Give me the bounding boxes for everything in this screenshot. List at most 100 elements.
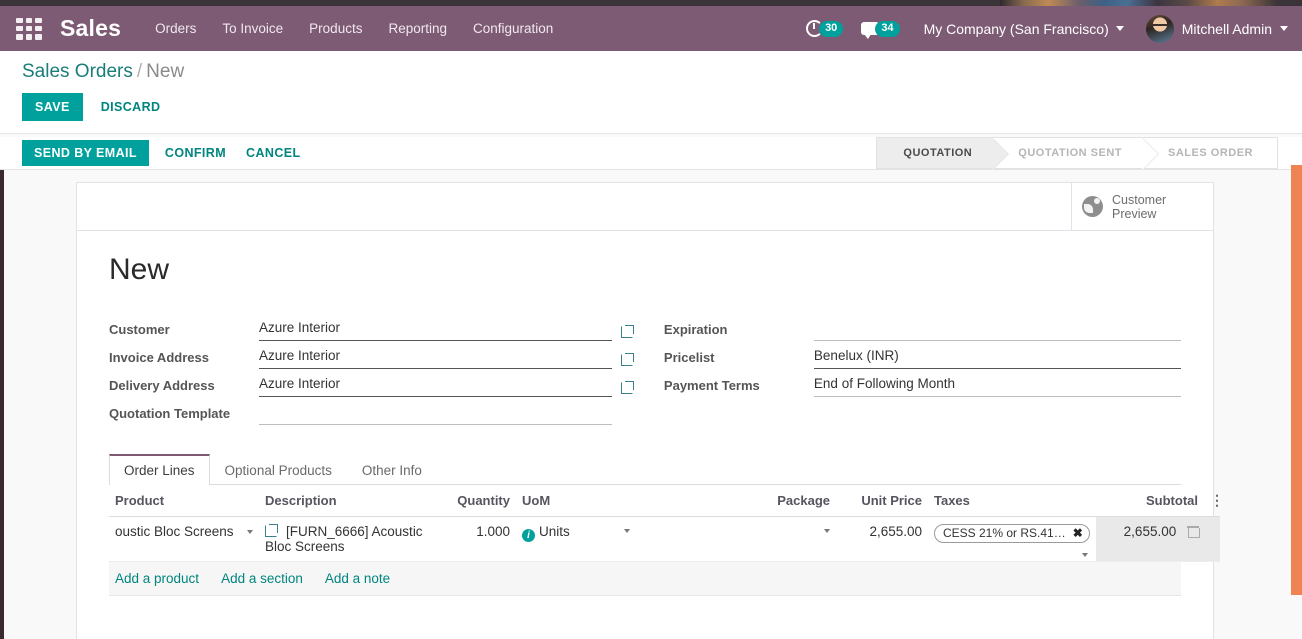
- messaging-menu[interactable]: 34: [861, 20, 900, 39]
- input-customer[interactable]: Azure Interior: [259, 320, 612, 341]
- input-payment-terms[interactable]: End of Following Month: [813, 376, 1181, 397]
- vertical-scrollbar[interactable]: [1291, 165, 1302, 595]
- cell-taxes[interactable]: CESS 21% or RS.41… ✖: [928, 516, 1096, 562]
- column-gap: [634, 313, 656, 425]
- apps-grid-icon[interactable]: [12, 16, 46, 42]
- company-switcher[interactable]: My Company (San Francisco): [924, 21, 1124, 37]
- status-stage-sales-order[interactable]: SALES ORDER: [1142, 137, 1278, 169]
- menu-item-reporting[interactable]: Reporting: [388, 21, 447, 36]
- open-invoice-address-icon[interactable]: [620, 353, 634, 366]
- cell-package[interactable]: [636, 516, 836, 562]
- navbar-systray: 30 34 My Company (San Francisco) Mitchel…: [788, 14, 1302, 43]
- trash-icon[interactable]: [1187, 526, 1200, 538]
- product-input[interactable]: [115, 524, 242, 539]
- open-delivery-address-icon[interactable]: [620, 381, 634, 394]
- edit-action-buttons: SAVE DISCARD: [0, 87, 1302, 133]
- status-pipeline: QUOTATION QUOTATION SENT SALES ORDER: [876, 137, 1302, 170]
- label-delivery-address: Delivery Address: [109, 378, 215, 393]
- breadcrumb-sales-orders[interactable]: Sales Orders: [22, 61, 133, 82]
- remove-tax-icon[interactable]: ✖: [1073, 526, 1083, 540]
- customer-preview-line2: Preview: [1112, 206, 1157, 221]
- cell-product[interactable]: [109, 516, 259, 562]
- uom-text: Units: [539, 524, 570, 539]
- send-by-email-button[interactable]: SEND BY EMAIL: [22, 140, 149, 166]
- breadcrumb-separator: /: [136, 61, 143, 82]
- workflow-buttons: SEND BY EMAIL CONFIRM CANCEL: [0, 139, 305, 167]
- cancel-button[interactable]: CANCEL: [242, 139, 304, 167]
- breadcrumb: Sales Orders / New: [0, 51, 1302, 87]
- field-row-invoice-address: Invoice Address Azure Interior: [109, 341, 634, 369]
- confirm-button[interactable]: CONFIRM: [161, 139, 230, 167]
- cell-quantity[interactable]: 1.000: [444, 516, 516, 562]
- add-a-note-link[interactable]: Add a note: [325, 571, 390, 586]
- label-invoice-address: Invoice Address: [109, 350, 209, 365]
- notebook-tabs: Order Lines Optional Products Other Info: [109, 453, 1181, 485]
- menu-item-to-invoice[interactable]: To Invoice: [222, 21, 283, 36]
- app-brand-sales[interactable]: Sales: [60, 15, 121, 42]
- order-lines-table: Product Description Quantity UoM Package…: [109, 485, 1224, 562]
- chevron-down-icon: [1280, 26, 1288, 31]
- form-column-left: Customer Azure Interior Invoice Address …: [109, 313, 634, 425]
- description-text: [FURN_6666] Acoustic Bloc Screens: [265, 524, 423, 554]
- field-row-customer: Customer Azure Interior: [109, 313, 634, 341]
- chevron-down-icon: [1082, 553, 1088, 557]
- chevron-down-icon: [1115, 26, 1124, 31]
- table-row[interactable]: [FURN_6666] Acoustic Bloc Screens 1.000 …: [109, 516, 1220, 562]
- chevron-down-icon: [624, 529, 630, 533]
- record-sheet: Customer Preview New Customer Azure Inte…: [76, 182, 1224, 639]
- field-row-delivery-address: Delivery Address Azure Interior: [109, 369, 634, 397]
- user-name: Mitchell Admin: [1181, 20, 1272, 37]
- user-menu[interactable]: Mitchell Admin: [1145, 14, 1288, 43]
- label-payment-terms: Payment Terms: [663, 378, 760, 393]
- menu-item-orders[interactable]: Orders: [155, 21, 196, 36]
- info-icon: i: [522, 529, 535, 542]
- statusbar-row: SEND BY EMAIL CONFIRM CANCEL QUOTATION Q…: [0, 137, 1302, 170]
- subtotal-value: 2,655.00: [1123, 524, 1177, 539]
- header-package: Package: [636, 485, 836, 517]
- input-quotation-template[interactable]: [259, 404, 612, 425]
- tab-other-info[interactable]: Other Info: [347, 454, 437, 485]
- save-button[interactable]: SAVE: [22, 93, 83, 121]
- label-pricelist: Pricelist: [663, 350, 715, 365]
- menu-item-configuration[interactable]: Configuration: [473, 21, 553, 36]
- cell-uom[interactable]: i Units: [516, 516, 636, 562]
- avatar: [1145, 14, 1174, 43]
- cell-unit-price[interactable]: 2,655.00: [836, 516, 928, 562]
- page-title: New: [109, 253, 170, 286]
- chevron-down-icon: [824, 529, 830, 533]
- sheet-body: New Customer Azure Interior Invoice Addr…: [77, 231, 1224, 596]
- tax-tag-label: CESS 21% or RS.41…: [943, 526, 1066, 540]
- optional-columns-icon[interactable]: ⋮: [1210, 493, 1224, 507]
- input-expiration[interactable]: [813, 320, 1181, 341]
- customer-preview-line1: Customer: [1112, 192, 1167, 207]
- add-a-product-link[interactable]: Add a product: [115, 571, 199, 586]
- status-stage-quotation[interactable]: QUOTATION: [876, 137, 1010, 170]
- table-header-row: Product Description Quantity UoM Package…: [109, 485, 1224, 517]
- sheet-header: Customer Preview: [77, 183, 1213, 231]
- top-navbar: Sales Orders To Invoice Products Reporti…: [0, 6, 1302, 51]
- header-uom: UoM: [516, 485, 636, 517]
- field-row-payment-terms: Payment Terms End of Following Month: [664, 369, 1181, 397]
- breadcrumb-current: New: [146, 61, 185, 82]
- tab-order-lines[interactable]: Order Lines: [109, 454, 210, 485]
- tab-optional-products[interactable]: Optional Products: [210, 454, 347, 485]
- main-menu: Orders To Invoice Products Reporting Con…: [155, 21, 553, 36]
- input-delivery-address[interactable]: Azure Interior: [259, 376, 612, 397]
- tax-tag[interactable]: CESS 21% or RS.41… ✖: [934, 524, 1090, 543]
- open-product-icon[interactable]: [265, 524, 278, 537]
- menu-item-products[interactable]: Products: [309, 21, 362, 36]
- status-stage-quotation-sent[interactable]: QUOTATION SENT: [992, 137, 1159, 170]
- add-a-section-link[interactable]: Add a section: [221, 571, 303, 586]
- header-subtotal: Subtotal: [1096, 485, 1204, 517]
- field-row-quotation-template: Quotation Template: [109, 397, 634, 425]
- customer-preview-button[interactable]: Customer Preview: [1071, 183, 1213, 230]
- header-unit-price: Unit Price: [836, 485, 928, 517]
- form-fields: Customer Azure Interior Invoice Address …: [109, 313, 1181, 425]
- open-customer-icon[interactable]: [620, 325, 634, 338]
- cell-description[interactable]: [FURN_6666] Acoustic Bloc Screens: [259, 516, 444, 562]
- cell-subtotal: 2,655.00: [1096, 516, 1204, 562]
- input-invoice-address[interactable]: Azure Interior: [259, 348, 612, 369]
- input-pricelist[interactable]: Benelux (INR): [813, 348, 1181, 369]
- discard-button[interactable]: DISCARD: [97, 93, 165, 121]
- activity-menu[interactable]: 30: [806, 20, 844, 37]
